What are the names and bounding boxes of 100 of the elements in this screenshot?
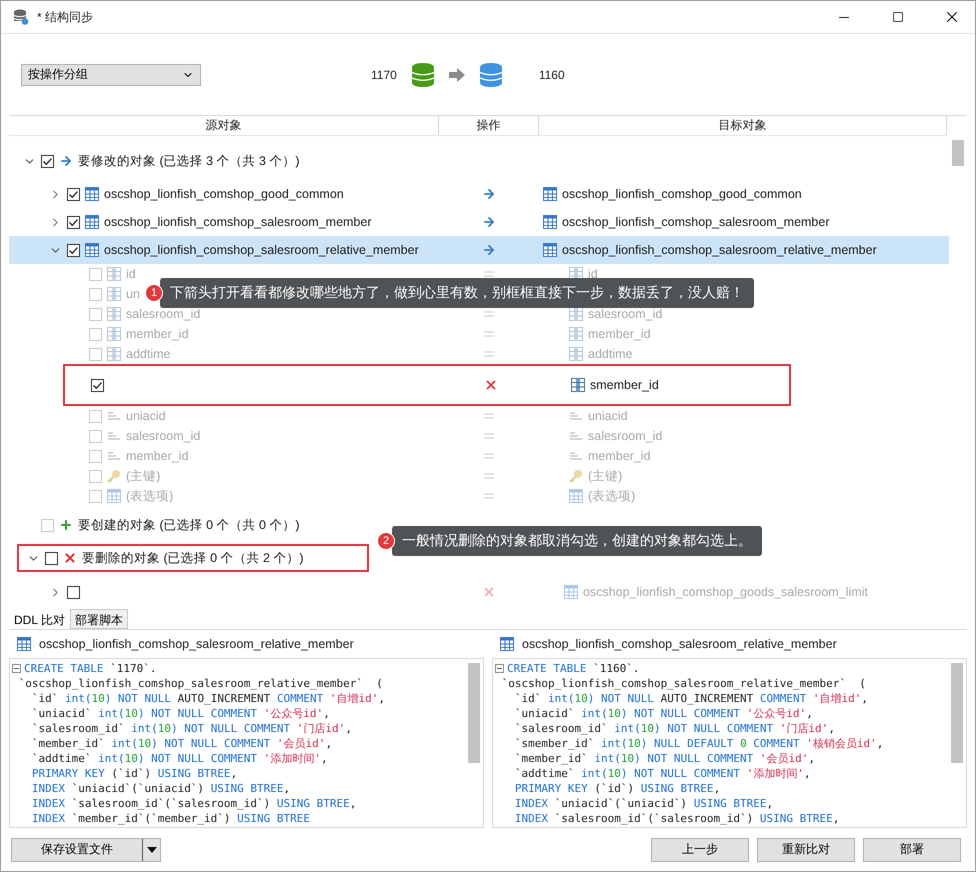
checkbox[interactable] (91, 378, 104, 392)
column-icon (107, 327, 121, 341)
sort-icon (569, 431, 583, 441)
code-line: `salesroom_id` int(10) NOT NULL COMMENT '门店id', (514, 721, 836, 736)
checkbox[interactable] (41, 154, 54, 168)
source-field-name: member_id (126, 327, 189, 341)
tree-row[interactable]: oscshop_lionfish_comshop_salesroom_member oscshop_lionfish_comshop_salesroom_member (9, 208, 949, 236)
sort-icon (107, 431, 121, 441)
code-line: INDEX `salesroom_id`(`salesroom_id`) USING BTREE, (514, 811, 840, 826)
column-icon (107, 307, 121, 321)
table-icon (85, 243, 99, 257)
column-header: 操作 (439, 116, 539, 135)
action-button[interactable]: 重新比对 (757, 838, 855, 862)
checkbox[interactable] (45, 552, 58, 564)
tab[interactable]: 部署脚本 (70, 609, 128, 629)
highlighted-row[interactable]: 要删除的对象 (已选择 0 个（共 2 个）) (17, 544, 369, 572)
group-label: 要删除的对象 (已选择 0 个（共 2 个）) (82, 550, 304, 566)
code-line: `oscshop_lionfish_comshop_salesroom_relative_member` ( (18, 676, 384, 691)
code-line: `addtime` int(10) NOT NULL COMMENT '添加时间', (514, 766, 812, 781)
target-field-name: id (588, 267, 598, 281)
column-header: 目标对象 (539, 116, 947, 135)
target-table-name: oscshop_lionfish_comshop_good_common (562, 187, 802, 201)
code-line: `id` int(10) NOT NULL AUTO_INCREMENT COMMENT '自增id', (514, 691, 870, 706)
code-line: `uniacid` int(10) NOT NULL COMMENT '公众号id', (514, 706, 814, 721)
database-icon (478, 62, 503, 88)
table-icon (543, 215, 557, 229)
column-icon (571, 378, 585, 392)
code-line: INDEX `salesroom_id`(`salesroom_id`) USING BTREE, (30, 796, 358, 811)
table-icon (564, 585, 578, 599)
window-title: * 结构同步 (37, 8, 94, 26)
table-icon (500, 637, 514, 651)
table-icon (543, 187, 557, 201)
group-label: 要创建的对象 (已选择 0 个（共 0 个）) (78, 516, 300, 534)
key-icon (569, 469, 583, 483)
column-icon (569, 347, 583, 361)
code-line: INDEX `uniacid`(`uniacid`) USING BTREE, (514, 796, 774, 811)
sort-icon (569, 411, 583, 421)
delete-icon (63, 551, 77, 565)
column-icon (107, 267, 121, 281)
checkbox[interactable] (67, 244, 80, 256)
group-row[interactable]: 要修改的对象 (已选择 3 个（共 3 个）) (9, 148, 949, 174)
code-line: CREATE TABLE `1160`. (495, 661, 948, 676)
code-line: `member_id` int(10) NOT NULL COMMENT '会员id', (514, 751, 816, 766)
table-icon (17, 637, 31, 651)
source-table-name: oscshop_lionfish_comshop_salesroom_relative_member (104, 243, 419, 257)
minimize-icon (839, 16, 849, 18)
column-header: 源对象 (9, 116, 439, 135)
source-field-name: (主键) (126, 468, 160, 484)
table-icon (107, 489, 121, 503)
checkbox[interactable] (67, 586, 80, 598)
target-field-name: smember_id (590, 378, 659, 392)
target-field-name: addtime (588, 347, 632, 361)
group-label: 要修改的对象 (已选择 3 个（共 3 个）) (78, 152, 300, 170)
target-table-name: oscshop_lionfish_comshop_salesroom_relative_member (562, 243, 877, 257)
column-icon (569, 327, 583, 341)
maximize-icon (892, 11, 904, 23)
action-button[interactable]: 上一步 (651, 838, 749, 862)
code-line: `salesroom_id` int(10) NOT NULL COMMENT '门店id', (30, 721, 353, 736)
step-badge: 2 (377, 532, 395, 550)
plus-icon (59, 518, 73, 532)
target-field-name: uniacid (588, 409, 628, 423)
caret-icon (146, 846, 156, 852)
code-line: `uniacid` int(10) NOT NULL COMMENT '公众号id', (30, 706, 331, 721)
table-icon (85, 215, 99, 229)
highlighted-row[interactable]: smember_id (63, 364, 791, 406)
code-line: `id` int(10) NOT NULL AUTO_INCREMENT COMMENT '自增id', (30, 691, 386, 706)
table-icon (543, 243, 557, 257)
dropdown-caret-button[interactable] (142, 838, 160, 860)
action-button[interactable]: 部署 (863, 838, 961, 862)
checkbox[interactable] (67, 188, 80, 200)
code-line: INDEX `member_id`(`member_id`) USING BTREE (30, 811, 312, 826)
source-database-label: 1170 (371, 68, 397, 82)
target-field-name: salesroom_id (588, 307, 662, 321)
key-icon (107, 469, 121, 483)
source-field-name: salesroom_id (126, 429, 200, 443)
target-field-name: member_id (588, 449, 651, 463)
source-table-name: oscshop_lionfish_comshop_good_common (104, 187, 344, 201)
target-table-name: oscshop_lionfish_comshop_salesroom_member (562, 215, 830, 229)
column-icon (107, 287, 121, 301)
target-field-name: member_id (588, 327, 651, 341)
sort-icon (569, 451, 583, 461)
source-field-name: (表选项) (126, 488, 174, 504)
group-by-dropdown[interactable]: 按操作分组 (21, 64, 201, 86)
target-database-label: 1160 (538, 68, 565, 82)
checkbox[interactable] (67, 216, 80, 228)
target-field-name: (主键) (588, 468, 622, 484)
source-field-name: addtime (126, 347, 170, 361)
code-line: INDEX `uniacid`(`uniacid`) USING BTREE, (30, 781, 292, 796)
code-line: `smember_id` int(10) NULL DEFAULT 0 COMMENT '核销会员id', (514, 736, 884, 751)
tree-row[interactable]: oscshop_lionfish_comshop_salesroom_relative_member oscshop_lionfish_comshop_salesroom_relative_member (9, 236, 949, 264)
annotation-tooltip: 下箭头打开看看都修改哪些地方了，做到心里有数，别框框直接下一步，数据丢了，没人赔！ (160, 278, 754, 308)
source-field-name: id (126, 267, 136, 281)
table-icon (85, 187, 99, 201)
pane-title: oscshop_lionfish_comshop_salesroom_relative_member (522, 637, 837, 651)
sort-icon (107, 451, 121, 461)
code-line: PRIMARY KEY (`id`) USING BTREE, (514, 781, 722, 796)
tree-row[interactable]: oscshop_lionfish_comshop_good_common oscshop_lionfish_comshop_good_common (9, 180, 949, 208)
code-line: `member_id` int(10) NOT NULL COMMENT '会员id', (30, 736, 334, 751)
database-icon (410, 62, 435, 88)
target-field-name: salesroom_id (588, 429, 662, 443)
